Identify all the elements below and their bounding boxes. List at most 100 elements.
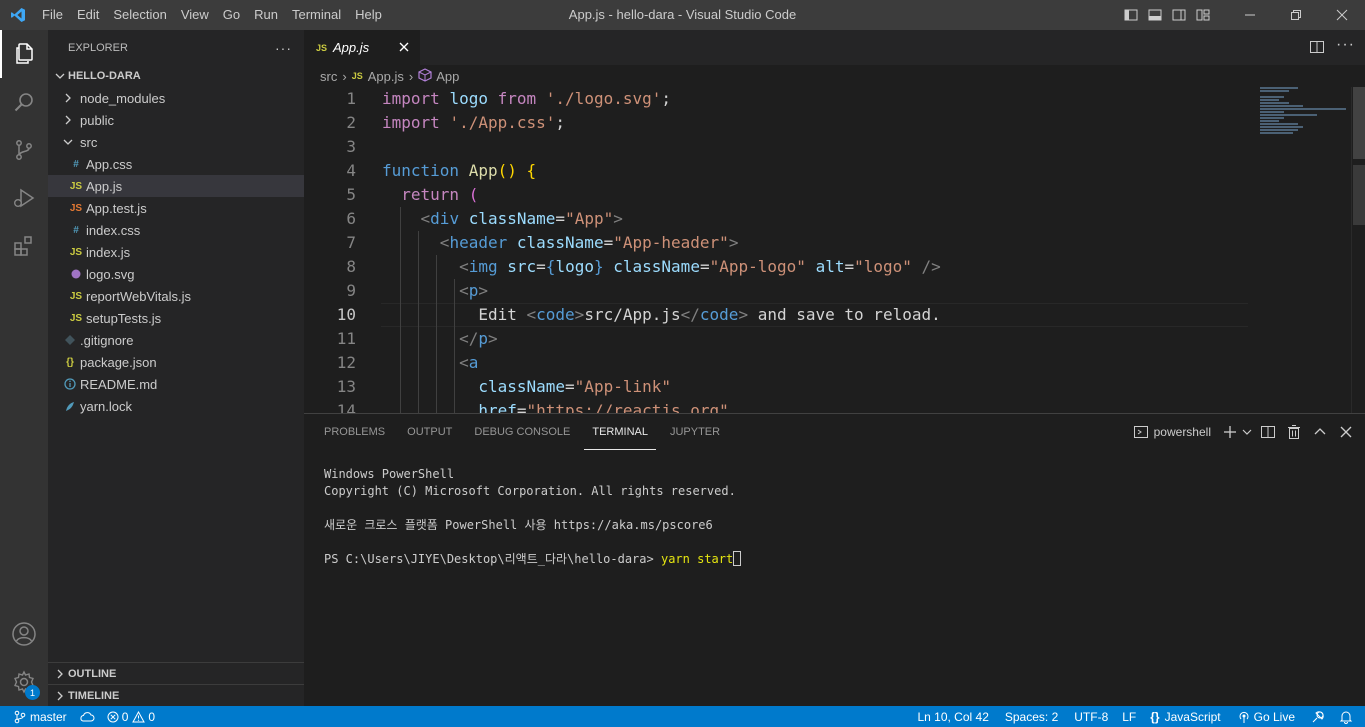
customize-layout-icon[interactable] (1191, 0, 1215, 30)
code-line: 5 return ( (304, 183, 1365, 207)
code-line: 8 <img src={logo} className="App-logo" a… (304, 255, 1365, 279)
timeline-section[interactable]: TIMELINE (48, 684, 304, 706)
menu-selection[interactable]: Selection (106, 0, 173, 30)
js-file-icon: JS (69, 246, 83, 258)
problems-status[interactable]: 0 0 (101, 706, 161, 727)
breadcrumb-src[interactable]: src (320, 69, 337, 84)
restore-icon[interactable] (1273, 0, 1319, 30)
editor-scrollbar[interactable] (1351, 87, 1365, 413)
search-icon[interactable] (0, 78, 48, 126)
outline-section[interactable]: OUTLINE (48, 662, 304, 684)
line-number: 11 (336, 329, 356, 348)
breadcrumb-symbol[interactable]: App (436, 69, 459, 84)
tree-item-app-css[interactable]: # App.css (48, 153, 304, 175)
manage-gear-icon[interactable]: 1 (0, 658, 48, 706)
code-text: import logo from './logo.svg'; (382, 89, 672, 108)
breadcrumb: src › JS App.js › App (304, 65, 1365, 87)
close-panel-icon[interactable] (1335, 421, 1357, 443)
chevron-down-icon[interactable] (1241, 421, 1253, 443)
minimize-icon[interactable] (1227, 0, 1273, 30)
breadcrumb-file[interactable]: App.js (368, 69, 404, 84)
scrollbar-thumb[interactable] (1353, 87, 1365, 159)
code-editor[interactable]: 1 import logo from './logo.svg'; 2 import '… (304, 87, 1365, 413)
test-file-icon: JS (69, 202, 83, 214)
minimap[interactable] (1260, 87, 1355, 147)
files-icon[interactable] (0, 30, 48, 78)
menu-help[interactable]: Help (348, 0, 389, 30)
tab-terminal[interactable]: TERMINAL (584, 414, 656, 450)
trash-icon[interactable] (1283, 421, 1305, 443)
toggle-panel-icon[interactable] (1143, 0, 1167, 30)
status-bar: master 0 0 Ln 10, Col 42 Spaces: 2 UTF-8… (0, 706, 1365, 727)
code-text: <a (459, 353, 479, 372)
tree-item-setuptests-js[interactable]: JS setupTests.js (48, 307, 304, 329)
menu-view[interactable]: View (174, 0, 216, 30)
scrollbar-track-mark (1353, 165, 1365, 225)
menu-run[interactable]: Run (247, 0, 285, 30)
tree-item-yarn-lock[interactable]: yarn.lock (48, 395, 304, 417)
code-line: 14 href="https://reactjs.org" (304, 399, 1365, 413)
tree-item-package-json[interactable]: {} package.json (48, 351, 304, 373)
activity-bar: 1 (0, 30, 48, 706)
line-number: 14 (336, 401, 356, 413)
tab-jupyter[interactable]: JUPYTER (662, 414, 728, 450)
workspace-folder-name: HELLO-DARA (68, 70, 141, 82)
tree-item-index-js[interactable]: JS index.js (48, 241, 304, 263)
maximize-panel-chevron-up-icon[interactable] (1309, 421, 1331, 443)
tree-item-public[interactable]: public (48, 109, 304, 131)
folder-chevron-right-icon (60, 87, 76, 109)
sync-status[interactable] (73, 706, 101, 727)
run-debug-icon[interactable] (0, 174, 48, 222)
editor-more-icon[interactable]: ··· (1336, 36, 1355, 54)
tree-item-reportwebvitals-js[interactable]: JS reportWebVitals.js (48, 285, 304, 307)
chevron-right-icon (52, 685, 68, 707)
tree-item-src[interactable]: src (48, 131, 304, 153)
tab-output[interactable]: OUTPUT (399, 414, 460, 450)
account-icon[interactable] (0, 610, 48, 658)
terminal-output[interactable]: Windows PowerShell Copyright (C) Microsof… (324, 466, 742, 568)
tree-item-readme-md[interactable]: README.md (48, 373, 304, 395)
code-text: Edit <code>src/App.js</code> and save to… (478, 305, 941, 324)
branch-status[interactable]: master (0, 706, 73, 727)
tab-app-js[interactable]: JS App.js (304, 30, 420, 65)
tree-item-app-js[interactable]: JS App.js (48, 175, 304, 197)
line-number: 4 (346, 161, 356, 180)
tree-item-label: public (80, 112, 114, 128)
menu-edit[interactable]: Edit (70, 0, 106, 30)
indentation[interactable]: Spaces: 2 (997, 706, 1066, 727)
toggle-sidebar-icon[interactable] (1119, 0, 1143, 30)
split-terminal-icon[interactable] (1257, 421, 1279, 443)
terminal-shell-selector[interactable]: powershell (1133, 424, 1211, 440)
code-line: 1 import logo from './logo.svg'; (304, 87, 1365, 111)
line-number: 10 (336, 305, 356, 324)
explorer-more-icon[interactable]: ··· (275, 40, 292, 56)
encoding[interactable]: UTF-8 (1066, 706, 1116, 727)
end-of-line[interactable]: LF (1116, 706, 1142, 727)
close-tab-icon[interactable] (396, 39, 412, 55)
go-live-button[interactable]: Go Live (1229, 706, 1303, 727)
js-file-icon: JS (316, 42, 328, 53)
notifications-bell-icon[interactable] (1333, 706, 1359, 727)
tree-item-node-modules[interactable]: node_modules (48, 87, 304, 109)
toggle-secondary-sidebar-icon[interactable] (1167, 0, 1191, 30)
tree-item-logo-svg[interactable]: logo.svg (48, 263, 304, 285)
split-editor-icon[interactable] (1309, 39, 1325, 55)
tab-problems[interactable]: PROBLEMS (316, 414, 393, 450)
line-number: 3 (346, 137, 356, 156)
code-text: function App() { (382, 161, 537, 180)
tab-debug-console[interactable]: DEBUG CONSOLE (466, 414, 578, 450)
workspace-folder-header[interactable]: HELLO-DARA (48, 65, 304, 87)
close-window-icon[interactable] (1319, 0, 1365, 30)
menu-file[interactable]: File (35, 0, 70, 30)
tree-item-gitignore[interactable]: .gitignore (48, 329, 304, 351)
extensions-icon[interactable] (0, 222, 48, 270)
menu-go[interactable]: Go (216, 0, 247, 30)
tree-item-app-test-js[interactable]: JS App.test.js (48, 197, 304, 219)
cursor-position[interactable]: Ln 10, Col 42 (909, 706, 996, 727)
language-mode[interactable]: {} JavaScript (1142, 706, 1228, 727)
menu-terminal[interactable]: Terminal (285, 0, 348, 30)
feedback-icon[interactable] (1303, 706, 1333, 727)
source-control-icon[interactable] (0, 126, 48, 174)
tree-item-index-css[interactable]: # index.css (48, 219, 304, 241)
new-terminal-plus-icon[interactable] (1219, 421, 1241, 443)
